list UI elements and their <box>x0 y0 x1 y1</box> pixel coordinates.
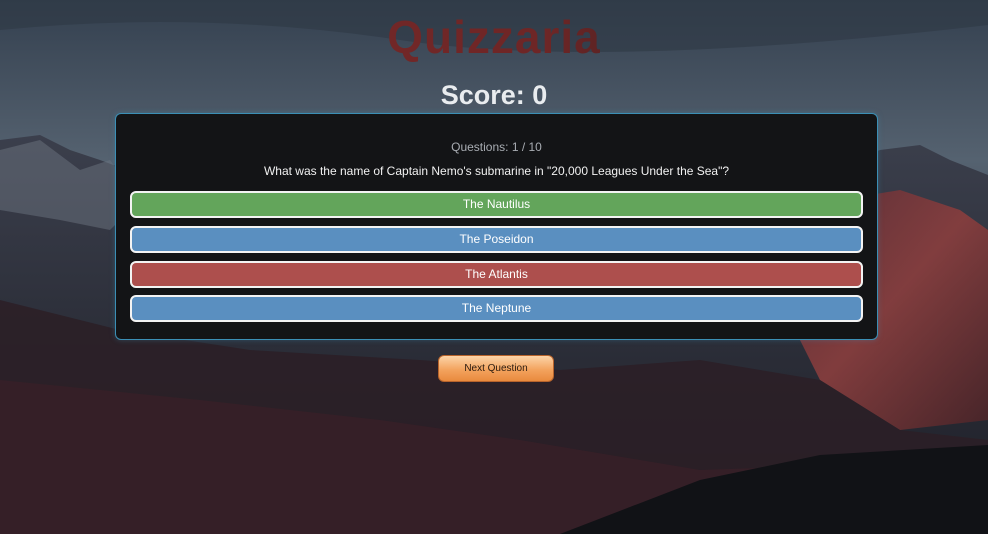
quiz-card: Questions: 1 / 10 What was the name of C… <box>115 113 878 340</box>
answer-button-3[interactable]: The Atlantis <box>130 261 863 288</box>
answer-button-1[interactable]: The Nautilus <box>130 191 863 218</box>
answer-button-4[interactable]: The Neptune <box>130 295 863 322</box>
answer-button-2[interactable]: The Poseidon <box>130 226 863 253</box>
app-title: Quizzaria <box>0 10 988 64</box>
score-display: Score: 0 <box>440 80 548 110</box>
question-counter: Questions: 1 / 10 <box>451 140 542 154</box>
next-question-button[interactable]: Next Question <box>438 355 554 382</box>
question-text: What was the name of Captain Nemo's subm… <box>263 164 730 178</box>
